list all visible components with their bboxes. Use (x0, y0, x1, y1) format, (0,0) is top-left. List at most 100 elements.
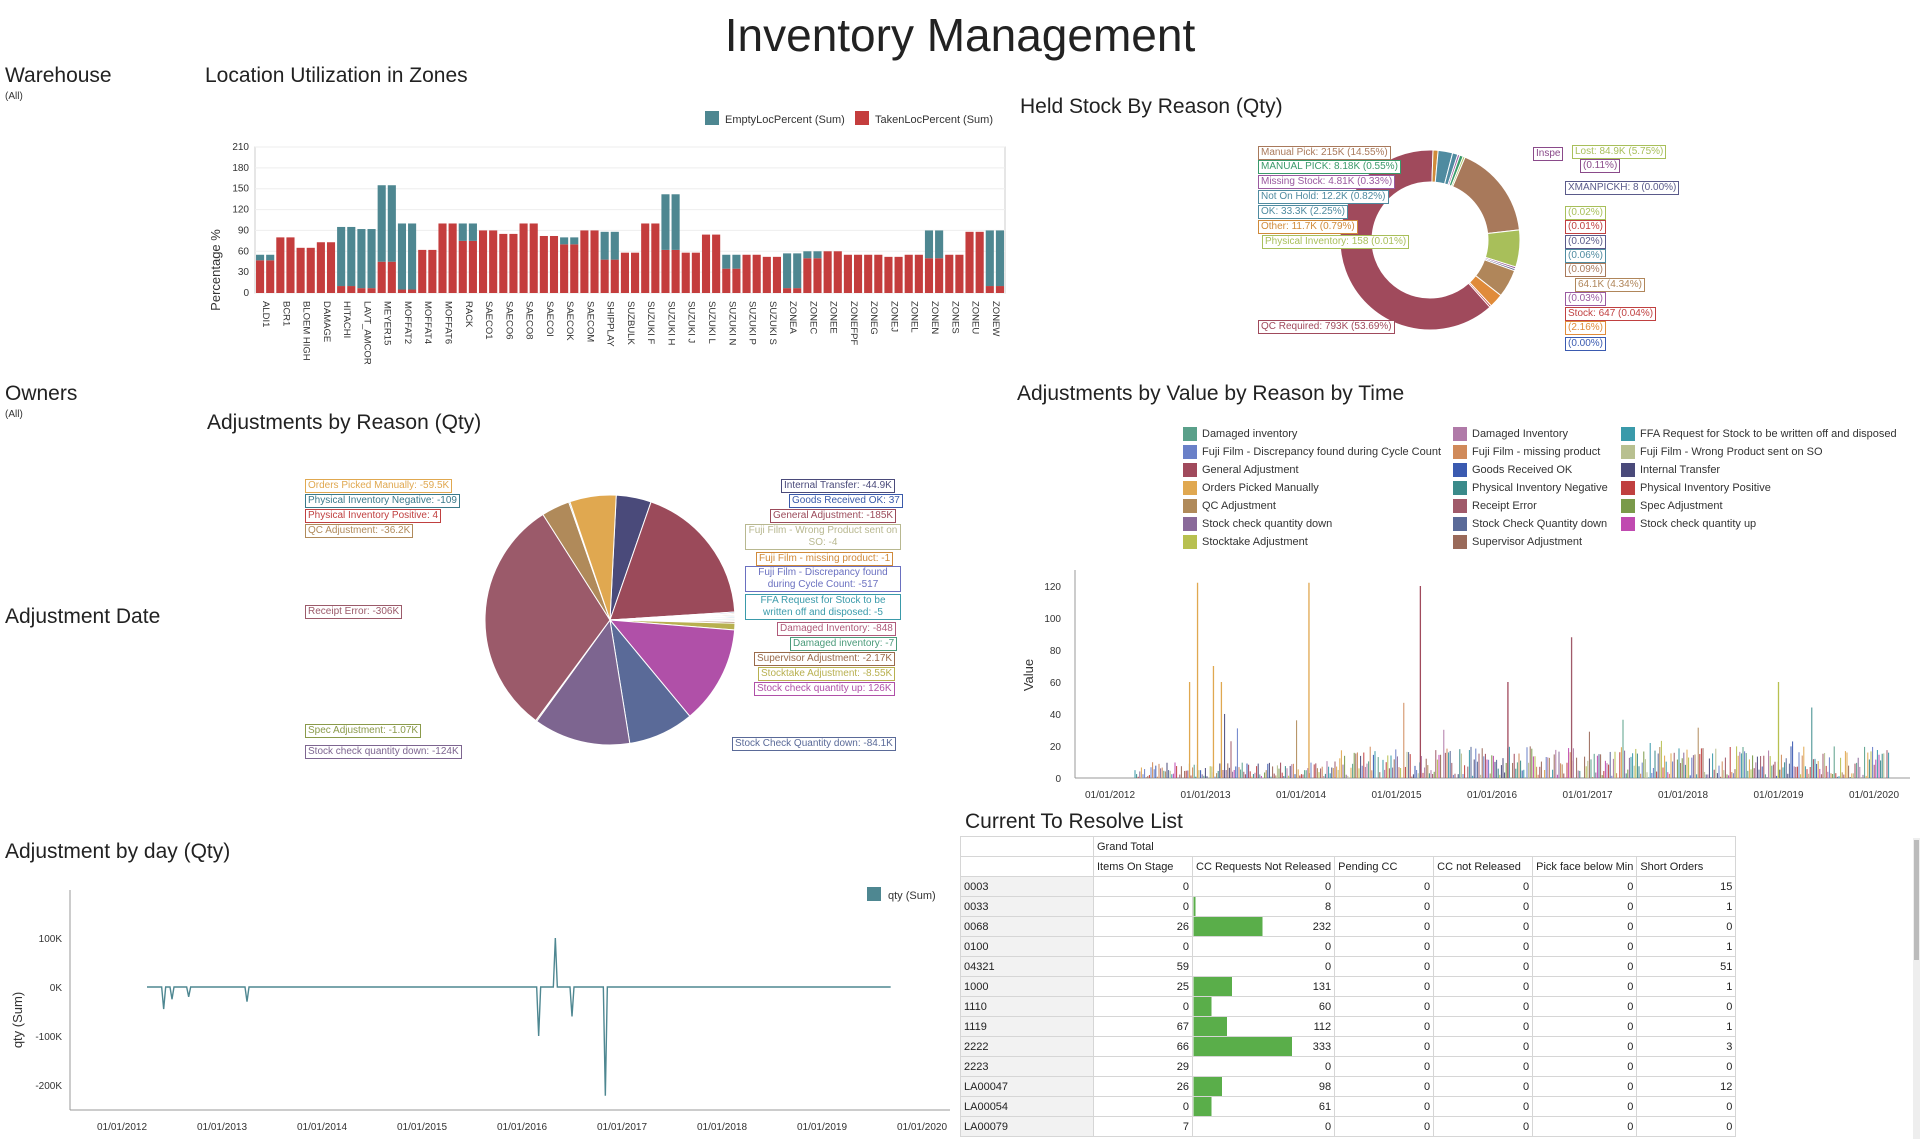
value-cell: 0 (1334, 1016, 1435, 1037)
adjpie-callout: Stock check quantity up: 126K (754, 682, 895, 696)
column-header[interactable]: Short Orders (1636, 856, 1737, 877)
held-callout-extra: (0.09%) (1565, 263, 1607, 277)
held-callout: Not On Hold: 12.2K (0.82%) (1258, 190, 1389, 204)
value-cell: 0 (1334, 956, 1435, 977)
table-row[interactable]: 1110 0 60 0 0 0 0 (960, 996, 1737, 1017)
column-header[interactable]: CC not Released (1433, 856, 1534, 877)
util-xtick-label: BCR1 (280, 301, 291, 326)
grand-total-header: Grand Total (1092, 836, 1737, 857)
table-row[interactable]: LA00047 26 98 0 0 0 12 (960, 1076, 1737, 1097)
row-key-cell: 1000 (960, 976, 1094, 997)
util-xtick-label: SHIPPLAY (605, 301, 616, 347)
value-cell: 0 (1093, 936, 1193, 957)
held-callout-extra: (0.02%) (1565, 206, 1607, 220)
util-xtick-label: MEYER15 (382, 301, 393, 345)
owners-filter-value[interactable]: (All) (5, 409, 23, 420)
adjval-legend-item: Fuji Film - Wrong Product sent on SO (1621, 445, 1823, 459)
util-bar-taken (955, 254, 964, 293)
adjval-legend-label: Stock check quantity up (1640, 518, 1757, 530)
value-cell: 0 (1334, 1096, 1435, 1117)
value-cell: 0 (1433, 1076, 1534, 1097)
util-bar-taken (296, 247, 305, 293)
table-row[interactable]: 2222 66 333 0 0 0 3 (960, 1036, 1737, 1057)
day-xtick-label: 01/01/2014 (297, 1122, 347, 1133)
util-xtick-label: ZONEG (868, 301, 879, 335)
warehouse-filter-value[interactable]: (All) (5, 91, 23, 102)
adjval-xtick-label: 01/01/2013 (1180, 790, 1230, 801)
value-cell: 29 (1093, 1056, 1193, 1077)
table-row[interactable]: LA00079 7 0 0 0 0 0 (960, 1116, 1737, 1137)
util-bar-empty (610, 231, 619, 260)
column-header[interactable]: CC Requests Not Released (1191, 856, 1336, 877)
util-bar-empty (367, 229, 376, 289)
table-row[interactable]: 1119 67 112 0 0 0 1 (960, 1016, 1737, 1037)
held-callout: Inspe (1533, 147, 1564, 161)
util-bar-taken (985, 286, 994, 293)
value-cell: 1 (1636, 936, 1737, 957)
adjval-legend-item: Goods Received OK (1453, 463, 1572, 477)
util-bar-empty (560, 237, 569, 245)
day-ytick-label: 0K (50, 983, 63, 994)
util-xtick-label: SAECO8 (524, 301, 535, 340)
row-key-cell: 0068 (960, 916, 1094, 937)
table-row[interactable]: 1000 25 131 0 0 0 1 (960, 976, 1737, 997)
adjpie-callout: Receipt Error: -306K (305, 605, 403, 619)
adjval-legend-label: Stocktake Adjustment (1202, 536, 1308, 548)
adjval-xtick-label: 01/01/2020 (1849, 790, 1899, 801)
adjval-xtick-label: 01/01/2012 (1085, 790, 1135, 801)
day-xtick-label: 01/01/2013 (197, 1122, 247, 1133)
adjpie-callout: Stock check quantity down: -124K (305, 745, 462, 759)
value-cell: 60 (1191, 996, 1336, 1017)
table-row[interactable]: 04321 59 0 0 0 0 51 (960, 956, 1737, 977)
util-bar-taken (701, 234, 711, 293)
day-xtick-label: 01/01/2016 (497, 1122, 547, 1133)
value-cell: 0 (1191, 956, 1336, 977)
util-bar-taken (397, 289, 407, 293)
table-row[interactable]: 0068 26 232 0 0 0 0 (960, 916, 1737, 937)
warehouse-filter-label[interactable]: Warehouse (5, 64, 112, 88)
table-row[interactable]: LA00054 0 61 0 0 0 0 (960, 1096, 1737, 1117)
util-bar-taken (742, 254, 751, 293)
resolve-list-table-wrap[interactable]: Grand Total Items On Stage CC Requests Not… (960, 836, 1913, 1139)
held-callout: Missing Stock: 4.81K (0.33%) (1258, 175, 1396, 189)
util-bar-empty (803, 251, 812, 259)
util-bar-taken (965, 231, 974, 293)
adjval-legend-swatch (1183, 481, 1197, 495)
util-ytick-label: 30 (238, 267, 250, 278)
table-row[interactable]: 0100 0 0 0 0 0 1 (960, 936, 1737, 957)
adjval-legend-label: General Adjustment (1202, 464, 1299, 476)
util-bar-empty (377, 185, 386, 262)
value-cell: 112 (1191, 1016, 1336, 1037)
column-header[interactable]: Pending CC (1334, 856, 1435, 877)
column-header[interactable]: Items On Stage (1093, 856, 1193, 877)
table-row[interactable]: 0033 0 8 0 0 0 1 (960, 896, 1737, 917)
value-cell: 51 (1636, 956, 1737, 977)
util-xtick-label: ZONEU (970, 301, 981, 334)
util-xtick-label: SUZUKI N (726, 301, 737, 345)
adjval-legend-swatch (1621, 499, 1635, 513)
value-cell: 61 (1191, 1096, 1336, 1117)
table-row[interactable]: 0003 0 0 0 0 0 15 (960, 876, 1737, 897)
util-ytick-label: 210 (232, 142, 249, 153)
value-cell: 0 (1191, 1056, 1336, 1077)
row-key-cell: 1110 (960, 996, 1094, 1017)
util-ytick-label: 180 (232, 163, 249, 174)
util-bar-empty (570, 237, 579, 245)
value-cell: 0 (1334, 1076, 1435, 1097)
resolve-list-scroll-thumb[interactable] (1914, 840, 1919, 960)
util-xtick-label: SUZUKI H (665, 301, 676, 345)
adjustment-date-filter[interactable]: Adjustment Date (5, 605, 160, 629)
adjpie-callout: Orders Picked Manually: -59.5K (305, 479, 453, 493)
adjval-legend-swatch (1621, 517, 1635, 531)
adjval-legend-label: QC Adjustment (1202, 500, 1276, 512)
util-xtick-label: RACK (463, 301, 474, 328)
adjval-legend-item: Orders Picked Manually (1183, 481, 1319, 495)
util-bar-taken (793, 288, 802, 293)
owners-filter-label[interactable]: Owners (5, 382, 77, 406)
column-header[interactable]: Pick face below Min (1532, 856, 1638, 877)
adjval-xtick-label: 01/01/2017 (1562, 790, 1612, 801)
page-title: Inventory Management (724, 9, 1196, 61)
adjpie-callout: Internal Transfer: -44.9K (781, 479, 895, 493)
table-row[interactable]: 2223 29 0 0 0 0 0 (960, 1056, 1737, 1077)
adjval-legend-label: Spec Adjustment (1640, 500, 1723, 512)
